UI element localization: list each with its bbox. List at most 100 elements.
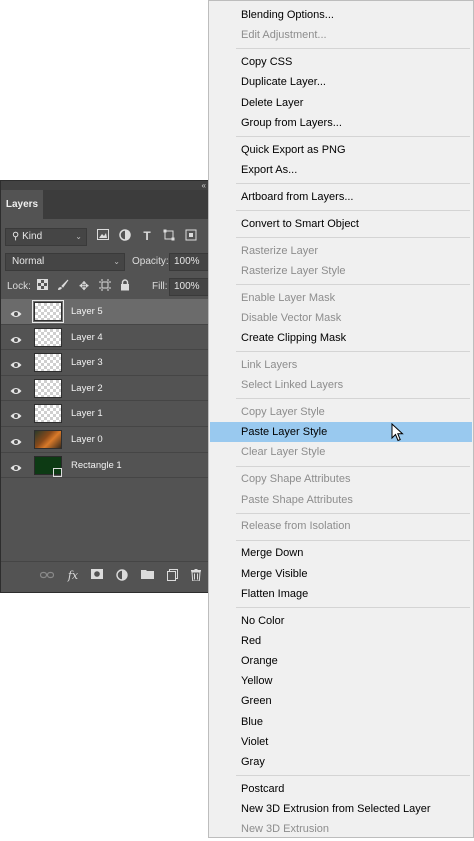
type-layer-filter-icon[interactable]: T [140, 229, 154, 243]
visibility-eye-icon[interactable] [10, 383, 22, 394]
visibility-eye-icon[interactable] [10, 460, 22, 471]
menu-item-duplicate-layer[interactable]: Duplicate Layer... [210, 72, 472, 92]
lock-artboard-icon[interactable] [98, 279, 112, 293]
add-mask-icon[interactable] [90, 569, 104, 583]
lock-all-icon[interactable] [118, 279, 132, 293]
menu-item-blue[interactable]: Blue [210, 712, 472, 732]
lock-transparent-pixels-icon[interactable] [35, 279, 49, 293]
filter-row: ⚲ Kind ⌄ T [1, 226, 213, 250]
menu-item-disable-vector-mask: Disable Vector Mask [241, 311, 342, 324]
menu-item-export-as[interactable]: Export As... [210, 160, 472, 180]
menu-separator [236, 209, 470, 211]
menu-item-orange[interactable]: Orange [210, 651, 472, 671]
fill-label: Fill: [152, 281, 168, 292]
menu-item-new-3d-extrusion: New 3D Extrusion [241, 823, 330, 836]
layer-row[interactable]: Layer 4 [1, 325, 213, 351]
menu-item-edit-adjustment: Edit Adjustment... [241, 29, 327, 42]
chevron-down-icon: ⌄ [113, 257, 120, 266]
visibility-eye-icon[interactable] [10, 434, 22, 445]
menu-item-violet[interactable]: Violet [210, 732, 472, 752]
menu-item-delete-layer[interactable]: Delete Layer [210, 93, 472, 113]
new-layer-icon[interactable] [165, 569, 179, 583]
blend-mode-value: Normal [12, 256, 45, 267]
smart-object-filter-icon[interactable] [184, 229, 198, 243]
menu-item-flatten-image[interactable]: Flatten Image [210, 584, 472, 604]
layers-list: Layer 5 Layer 4 Layer 3 Layer 2 Layer 1 Layer… [1, 299, 213, 479]
menu-separator [236, 236, 470, 238]
layer-row[interactable]: Layer 2 [1, 376, 213, 402]
layer-row[interactable]: Rectangle 1 [1, 453, 213, 479]
new-adjustment-layer-icon[interactable] [115, 569, 129, 583]
filter-kind-value: Kind [22, 231, 43, 242]
menu-item-copy-css[interactable]: Copy CSS [210, 52, 472, 72]
collapse-panel-icon[interactable]: « [202, 181, 206, 190]
shape-layer-badge-icon [53, 467, 62, 477]
opacity-label: Opacity: [132, 256, 169, 267]
menu-separator [236, 183, 470, 184]
layer-row[interactable]: Layer 1 [1, 401, 213, 427]
tab-layers[interactable]: Layers [1, 190, 43, 219]
pixel-layer-filter-icon[interactable] [96, 229, 110, 243]
filter-kind-dropdown[interactable]: ⚲ Kind ⌄ [5, 228, 87, 246]
delete-layer-trash-icon[interactable] [189, 569, 203, 583]
menu-item-yellow[interactable]: Yellow [210, 671, 472, 691]
menu-item-artboard-from-layers[interactable]: Artboard from Layers... [210, 187, 472, 207]
visibility-eye-icon[interactable] [10, 357, 22, 369]
menu-item-rasterize-layer-style: Rasterize Layer Style [241, 264, 346, 277]
menu-item-create-clipping-mask[interactable]: Create Clipping Mask [210, 328, 472, 348]
layer-row[interactable]: Layer 3 [1, 350, 213, 376]
new-group-folder-icon[interactable] [140, 569, 154, 583]
mouse-pointer-icon [391, 422, 404, 447]
layer-row[interactable]: Layer 0 [1, 427, 213, 453]
layers-bottom-toolbar: fx [1, 561, 213, 592]
menu-item-gray[interactable]: Gray [210, 752, 472, 772]
layer-thumbnail [34, 404, 62, 424]
menu-item-no-color[interactable]: No Color [210, 611, 472, 631]
panel-tab-bar: Layers [1, 190, 213, 219]
menu-item-red[interactable]: Red [210, 631, 472, 651]
shape-layer-filter-icon[interactable] [162, 229, 176, 243]
layer-name: Layer 3 [71, 357, 103, 369]
menu-item-green[interactable]: Green [210, 691, 472, 711]
opacity-value: 100% [174, 256, 200, 267]
layer-style-fx-icon[interactable]: fx [66, 569, 80, 583]
menu-item-clear-layer-style: Clear Layer Style [241, 446, 326, 459]
menu-item-copy-shape-attributes: Copy Shape Attributes [241, 473, 351, 486]
menu-separator [236, 465, 470, 467]
blend-row: Normal ⌄ Opacity: 100% [1, 251, 213, 275]
layer-thumbnail [34, 353, 62, 373]
lock-row: Lock: ✥ Fill: 100% [1, 276, 213, 300]
layer-name: Layer 1 [71, 408, 103, 420]
layer-row[interactable]: Layer 5 [1, 299, 213, 325]
lock-position-move-icon[interactable]: ✥ [77, 279, 91, 293]
menu-item-quick-export-as-png[interactable]: Quick Export as PNG [210, 140, 472, 160]
menu-item-paste-layer-style[interactable]: Paste Layer Style [210, 422, 472, 443]
adjustment-layer-filter-icon[interactable] [118, 229, 132, 243]
menu-item-postcard[interactable]: Postcard [210, 779, 472, 799]
menu-item-merge-down[interactable]: Merge Down [210, 543, 472, 563]
menu-item-enable-layer-mask: Enable Layer Mask [241, 291, 336, 304]
visibility-eye-icon[interactable] [10, 306, 22, 317]
blend-mode-dropdown[interactable]: Normal ⌄ [5, 253, 125, 271]
menu-item-convert-to-smart-object[interactable]: Convert to Smart Object [210, 214, 472, 234]
menu-item-merge-visible[interactable]: Merge Visible [210, 564, 472, 584]
menu-item-release-from-isolation: Release from Isolation [241, 520, 351, 533]
layer-thumbnail [34, 378, 62, 398]
menu-separator [236, 351, 470, 353]
visibility-eye-icon[interactable] [10, 332, 22, 343]
menu-separator [236, 283, 470, 285]
layer-name: Layer 4 [71, 331, 103, 343]
visibility-eye-icon[interactable] [10, 408, 22, 420]
menu-item-select-linked-layers: Select Linked Layers [241, 379, 344, 392]
menu-item-blending-options[interactable]: Blending Options... [210, 5, 472, 25]
menu-item-group-from-layers[interactable]: Group from Layers... [210, 113, 472, 133]
layer-thumbnail [34, 429, 62, 449]
menu-separator [236, 48, 470, 50]
menu-item-new-3d-extrusion-from-selected-layer[interactable]: New 3D Extrusion from Selected Layer [210, 799, 472, 819]
layer-name: Rectangle 1 [71, 459, 122, 471]
menu-separator [236, 135, 470, 137]
layer-name: Layer 2 [71, 382, 103, 394]
layer-thumbnail [34, 327, 62, 347]
lock-image-pixels-brush-icon[interactable] [56, 279, 70, 293]
link-layers-icon[interactable] [39, 569, 55, 583]
